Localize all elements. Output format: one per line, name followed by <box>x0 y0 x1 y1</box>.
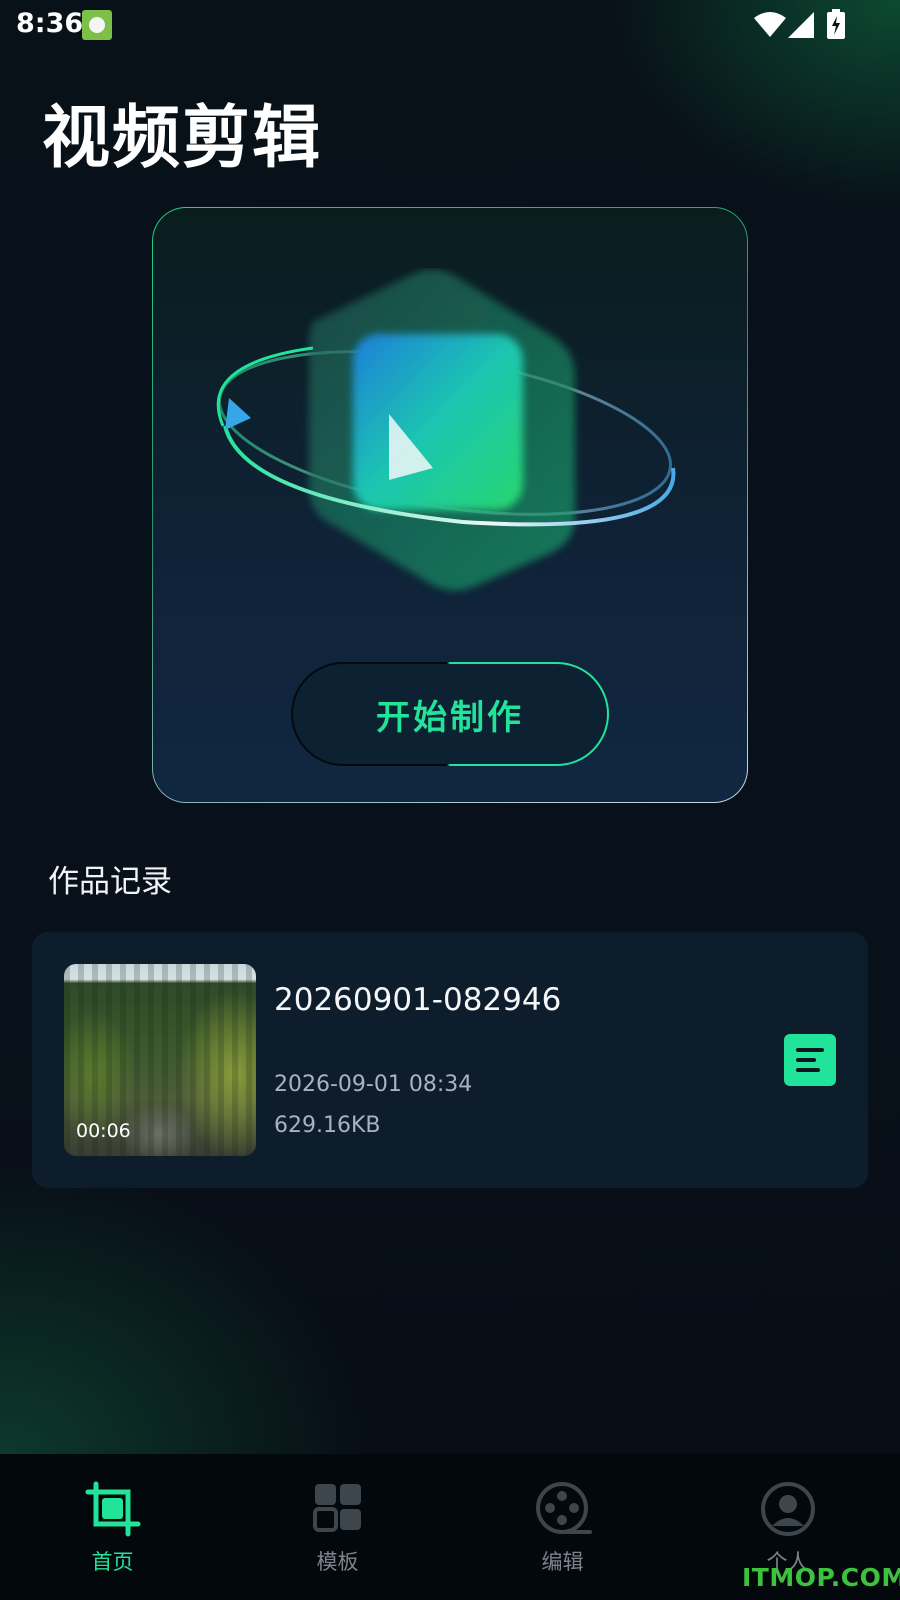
nav-label-templates: 模板 <box>316 1550 359 1574</box>
menu-line-icon <box>796 1058 816 1062</box>
video-cube-illustration <box>216 269 676 591</box>
watermark: ITMOP.COM <box>742 1563 900 1592</box>
nav-label-home: 首页 <box>91 1550 134 1574</box>
menu-line-icon <box>796 1068 820 1072</box>
app-notification-icon <box>82 10 112 40</box>
nav-item-home[interactable]: 首页 <box>0 1454 225 1600</box>
wifi-icon <box>754 12 786 37</box>
menu-line-icon <box>796 1048 824 1052</box>
video-duration: 00:06 <box>76 1120 131 1142</box>
work-record-item[interactable]: 00:06 20260901-082946 2026-09-01 08:34 6… <box>32 932 868 1188</box>
video-thumbnail[interactable]: 00:06 <box>64 964 256 1156</box>
work-name: 20260901-082946 <box>274 982 562 1018</box>
user-icon <box>761 1482 815 1536</box>
nav-item-edit[interactable]: 编辑 <box>450 1454 675 1600</box>
status-bar: 8:36 <box>0 0 900 50</box>
work-size: 629.16KB <box>274 1113 381 1138</box>
more-options-button[interactable] <box>784 1034 836 1086</box>
crop-icon <box>85 1481 141 1537</box>
film-reel-icon <box>536 1482 592 1534</box>
template-grid-icon <box>313 1484 361 1532</box>
nav-item-templates[interactable]: 模板 <box>225 1454 450 1600</box>
page-title: 视频剪辑 <box>42 99 323 178</box>
status-time: 8:36 <box>16 8 84 39</box>
battery-charging-icon <box>827 9 845 39</box>
hero-card: 开始制作 <box>152 207 748 803</box>
nav-label-edit: 编辑 <box>541 1550 584 1574</box>
start-creating-button[interactable]: 开始制作 <box>291 662 609 766</box>
work-date: 2026-09-01 08:34 <box>274 1072 473 1097</box>
works-section-title: 作品记录 <box>48 864 172 900</box>
signal-icon <box>788 12 814 38</box>
